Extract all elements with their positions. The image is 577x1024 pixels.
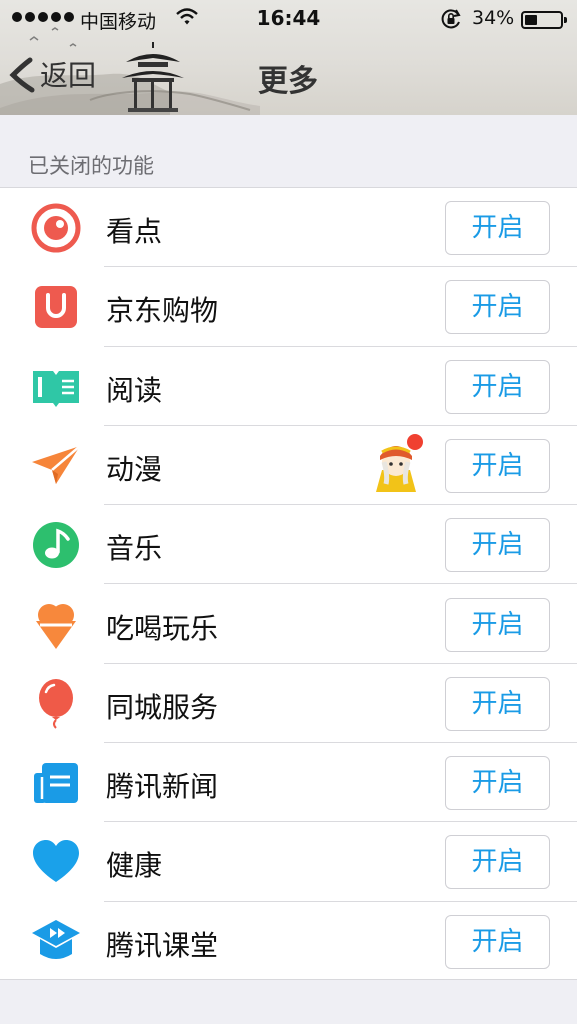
list-item-local-services: 同城服务 开启	[0, 664, 577, 744]
list-item-food-fun: 吃喝玩乐 开启	[0, 585, 577, 664]
enable-button[interactable]: 开启	[445, 914, 550, 969]
status-bar: 中国移动 16:44 34%	[0, 0, 577, 38]
enable-button[interactable]: 开启	[445, 756, 550, 811]
paper-plane-icon	[32, 444, 81, 484]
cartoon-mascot-icon	[376, 433, 423, 492]
back-label: 返回	[40, 59, 97, 92]
enable-button[interactable]: 开启	[445, 518, 550, 573]
battery-icon	[521, 11, 567, 29]
section-header: 已关闭的功能	[28, 154, 154, 178]
list-item-reading: 阅读 开启	[0, 347, 577, 426]
list-item-jd-shopping: 京东购物 开启	[0, 267, 577, 347]
item-label: 吃喝玩乐	[106, 611, 219, 645]
rotation-lock-icon	[441, 9, 461, 29]
list-item-tencent-news: 腾讯新闻 开启	[0, 743, 577, 823]
list-item-tencent-classroom: 腾讯课堂 开启	[0, 902, 577, 981]
enable-button[interactable]: 开启	[445, 597, 550, 652]
book-icon	[33, 370, 79, 407]
header: 中国移动 16:44 34% 返回 更多	[0, 0, 577, 115]
item-label: 看点	[106, 215, 163, 248]
enable-button[interactable]: 开启	[445, 359, 550, 414]
item-label: 动漫	[106, 452, 163, 486]
enable-button[interactable]: 开启	[445, 280, 550, 335]
newspaper-icon	[34, 763, 78, 804]
page-title: 更多	[258, 64, 318, 99]
graduation-cap-icon	[32, 919, 80, 959]
item-label: 腾讯课堂	[106, 928, 219, 962]
item-label: 阅读	[106, 373, 163, 407]
item-label: 健康	[106, 849, 163, 883]
back-button[interactable]: 返回	[8, 52, 96, 96]
enable-button[interactable]: 开启	[445, 835, 550, 890]
item-label: 京东购物	[106, 294, 219, 328]
enable-button[interactable]: 开启	[445, 201, 550, 255]
shopping-bag-icon	[35, 286, 77, 329]
list-item-health: 健康 开启	[0, 822, 577, 902]
pagoda-decoration	[122, 42, 184, 112]
closed-features-list: 看点 开启 京东购物 开启 阅读 开启 动漫 开启 音乐 开启 吃喝玩乐 开启 …	[0, 187, 577, 980]
item-label: 音乐	[106, 532, 163, 566]
item-label: 同城服务	[106, 690, 219, 724]
balloon-icon	[39, 678, 73, 729]
chevron-left-icon	[9, 57, 35, 93]
list-item-kandian: 看点 开启	[0, 188, 577, 268]
list-item-music: 音乐 开启	[0, 505, 577, 585]
item-label: 腾讯新闻	[106, 770, 219, 804]
music-note-icon	[33, 522, 79, 569]
battery-percentage: 34%	[472, 7, 515, 29]
eye-icon	[31, 203, 81, 253]
enable-button[interactable]: 开启	[445, 676, 550, 731]
list-item-comics: 动漫 开启	[0, 426, 577, 506]
ice-cream-icon	[36, 603, 76, 649]
enable-button[interactable]: 开启	[445, 438, 550, 493]
heart-icon	[33, 840, 79, 883]
